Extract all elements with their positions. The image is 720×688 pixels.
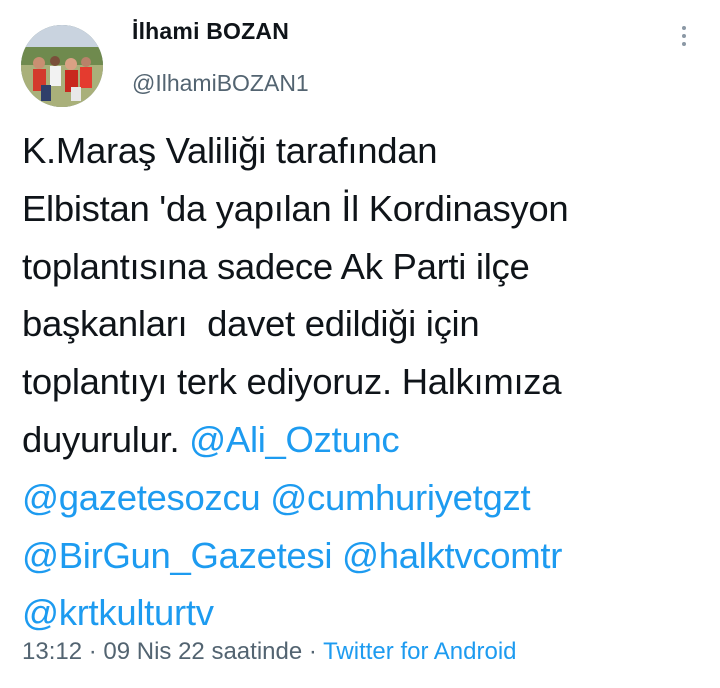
tweet-time[interactable]: 13:12 [22,638,82,665]
more-vertical-icon-dot-3 [682,42,686,46]
mention-ali-oztunc[interactable]: @Ali_Oztunc [189,419,400,460]
author-handle[interactable]: @IlhamiBOZAN1 [132,70,309,97]
tweet-meta: 13:12 · 09 Nis 22 saatinde · Twitter for… [22,638,517,666]
avatar-photo [21,25,103,107]
mention-cumhuriyetgzt[interactable]: @cumhuriyetgzt [270,477,530,518]
more-vertical-icon [682,26,686,30]
more-options-button[interactable] [672,22,696,50]
author-name[interactable]: İlhami BOZAN [132,18,289,45]
tweet-line-3: toplantısına sadece Ak Parti ilçe [22,245,530,287]
tweet-date[interactable]: 09 Nis 22 saatinde [103,638,302,665]
mention-halktvcomtr[interactable]: @halktvcomtr [342,535,562,576]
tweet-line-9: @krtkulturtv [22,584,712,642]
tweet-line-2: Elbistan 'da yapılan İl Kordinasyon [22,187,569,229]
mention-krtkulturtv[interactable]: @krtkulturtv [22,592,214,633]
meta-separator-2: · [302,638,324,665]
tweet-line-6-text: duyurulur. [22,418,190,460]
tweet-line-6: duyurulur. @Ali_Oztunc [22,411,712,469]
tweet-card: İlhami BOZAN @IlhamiBOZAN1 K.Maraş Valil… [0,0,720,688]
tweet-line-5: toplantıyı terk ediyoruz. Halkımıza [22,361,562,403]
meta-separator: · [82,638,104,665]
tweet-text: K.Maraş Valiliği tarafından Elbistan 'da… [22,122,712,642]
tweet-line-4: başkanları davet edildiği için [22,303,480,345]
more-vertical-icon-dot-2 [682,34,686,38]
mention-gazetesozcu[interactable]: @gazetesozcu [22,477,261,518]
tweet-source-link[interactable]: Twitter for Android [323,638,516,665]
tweet-line-1: K.Maraş Valiliği tarafından [22,130,438,171]
avatar[interactable] [21,25,103,107]
tweet-line-7: @gazetesozcu @cumhuriyetgzt [22,469,712,527]
tweet-line-8: @BirGun_Gazetesi @halktvcomtr [22,527,712,585]
mention-birgun-gazetesi[interactable]: @BirGun_Gazetesi [22,535,333,576]
